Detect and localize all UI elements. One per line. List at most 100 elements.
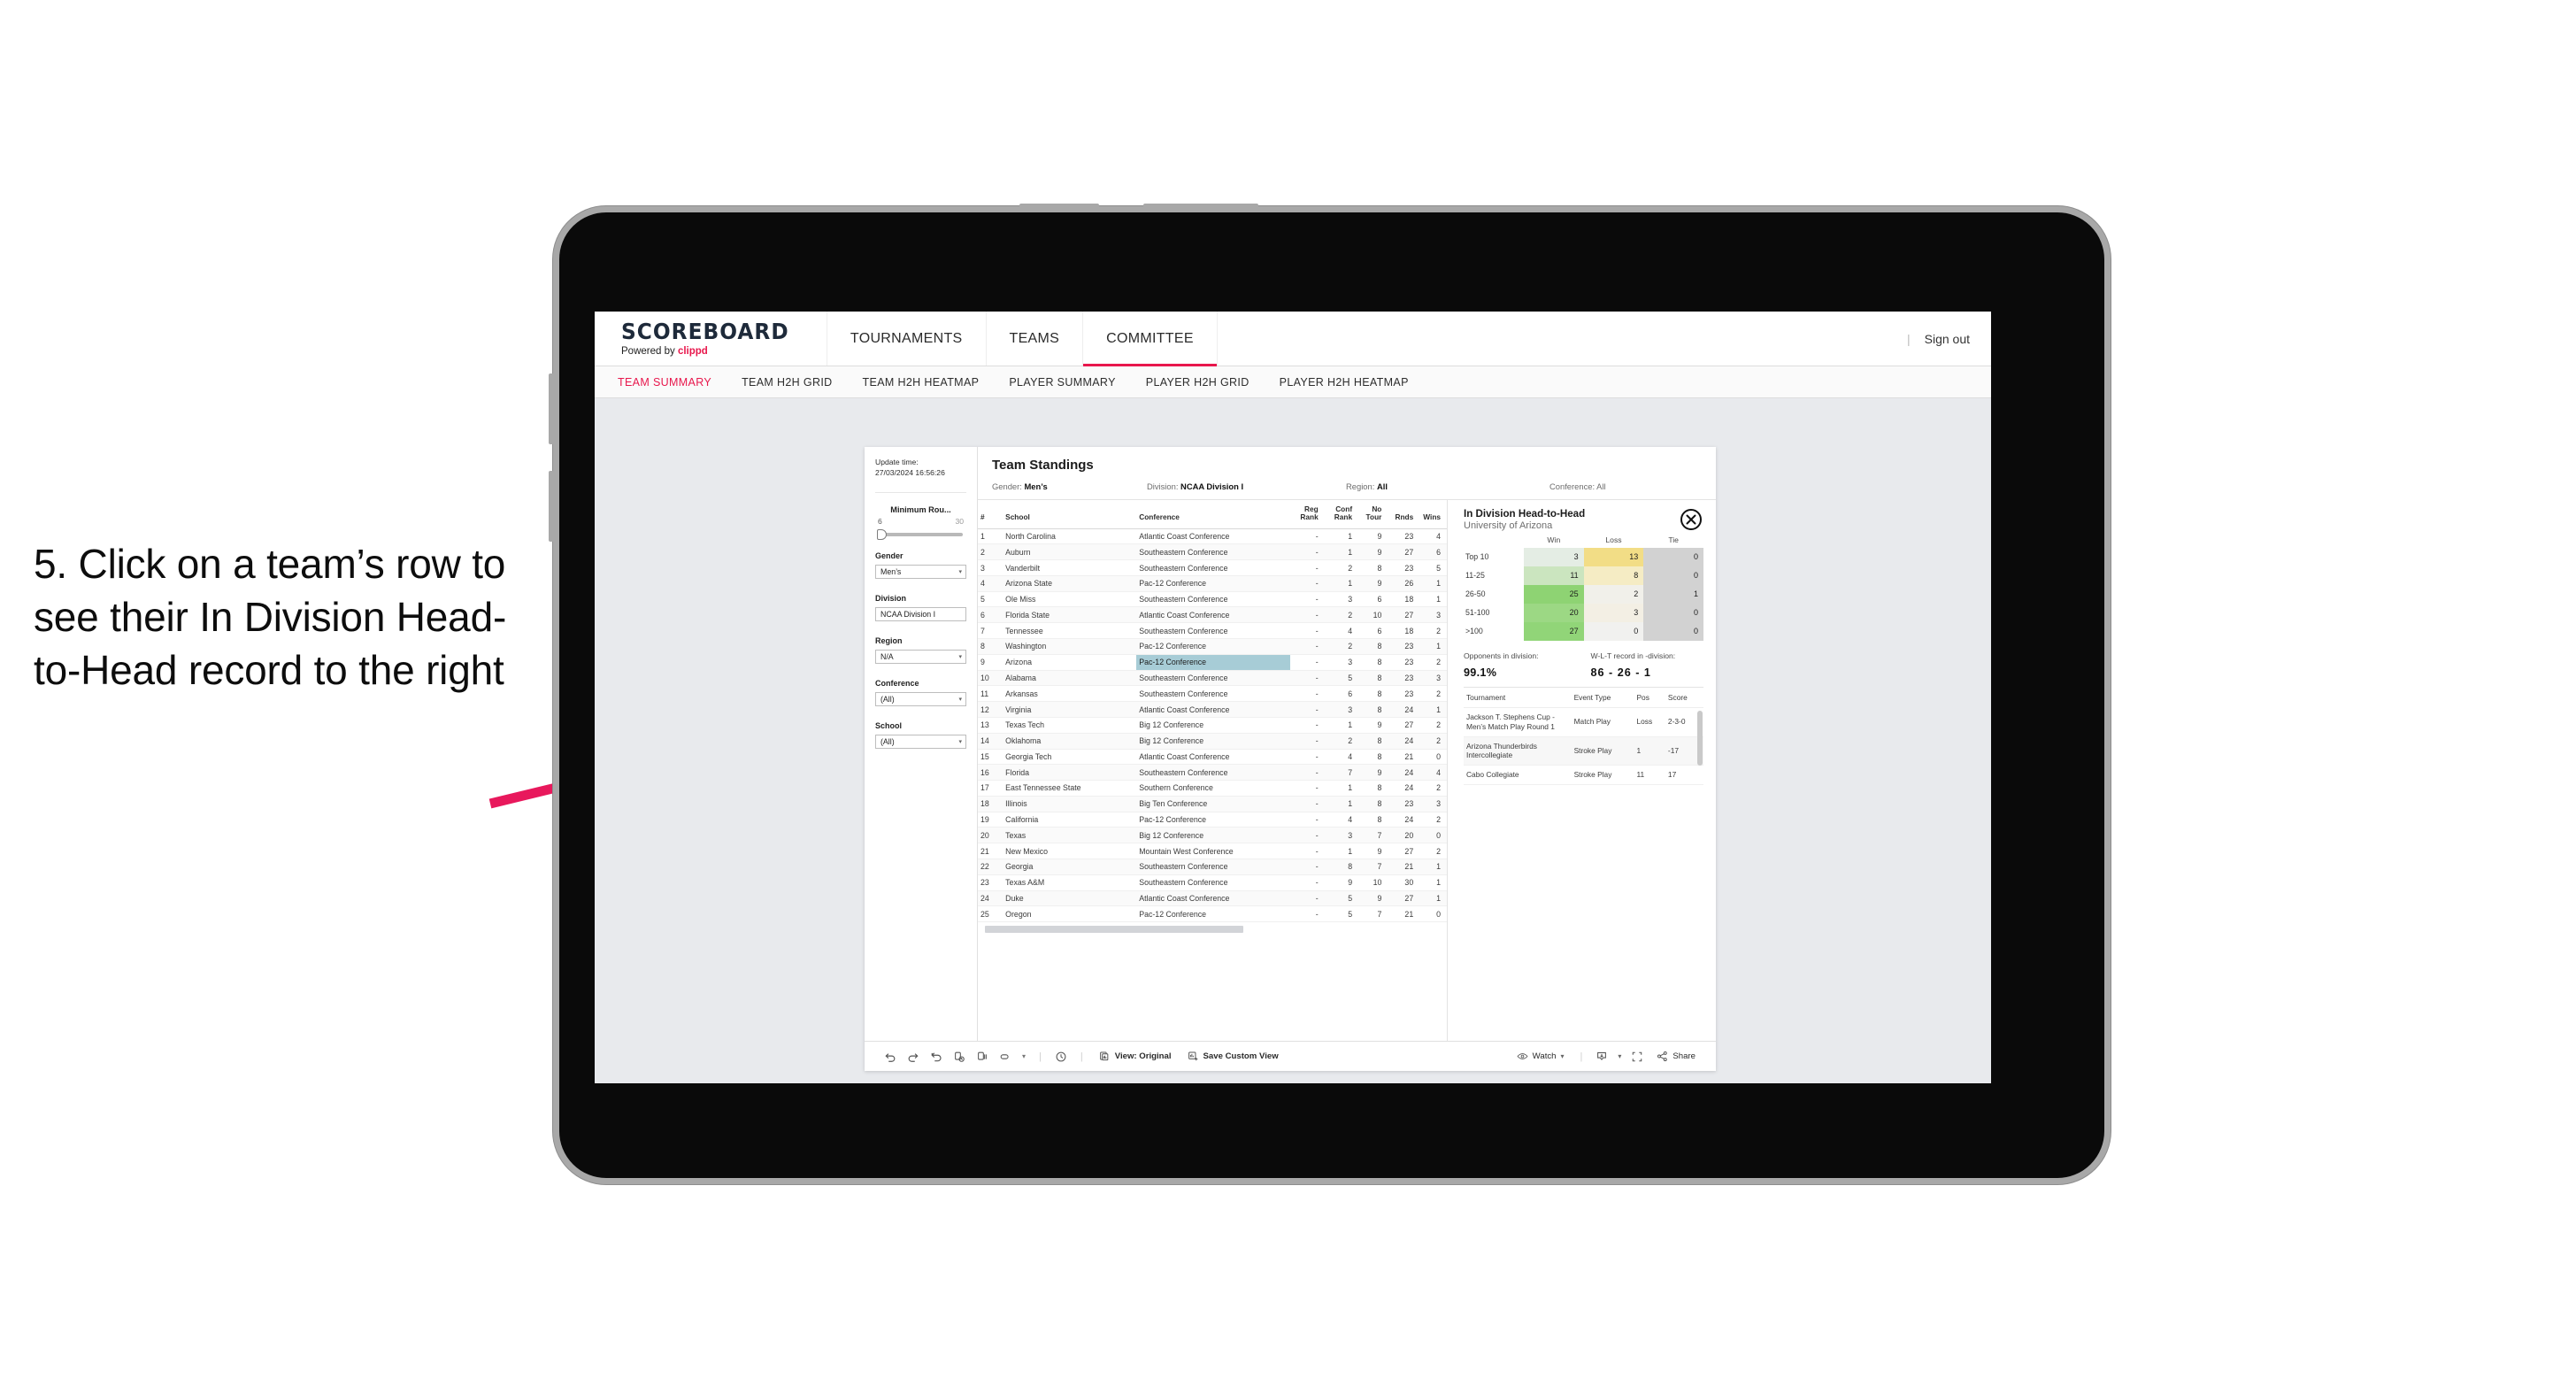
region-select[interactable]: N/A ▾: [875, 650, 966, 665]
table-row[interactable]: 9 Arizona Pac-12 Conference -3 8 23 2: [978, 654, 1447, 671]
tab-player-summary[interactable]: PLAYER SUMMARY: [1009, 376, 1133, 389]
pause-updates-icon[interactable]: [971, 1046, 994, 1067]
table-row[interactable]: 7 Tennessee Southeastern Conference -4 6 18 2: [978, 622, 1447, 640]
region-label: Region: [875, 636, 903, 646]
device-button-top-2: [1143, 204, 1258, 209]
tournament-row[interactable]: Arizona Thunderbirds Intercollegiate Stro…: [1464, 736, 1703, 766]
table-row[interactable]: 16 Florida Southeastern Conference -7 9 24 4: [978, 764, 1447, 782]
cell-school: Georgia: [1003, 859, 1137, 875]
table-row[interactable]: 3 Vanderbilt Southeastern Conference -2 8 23 5: [978, 559, 1447, 576]
tab-team-summary[interactable]: TEAM SUMMARY: [618, 376, 729, 389]
table-row[interactable]: 5 Ole Miss Southeastern Conference -3 6 18 1: [978, 591, 1447, 608]
watch-label: Watch: [1532, 1051, 1557, 1061]
col-header-no-tour[interactable]: No Tour: [1358, 500, 1388, 529]
table-row[interactable]: 19 California Pac-12 Conference -4 8 24 2: [978, 812, 1447, 828]
col-header-wins[interactable]: Wins: [1419, 500, 1447, 529]
caret-glyph: ▾: [1021, 1052, 1026, 1060]
clock-icon[interactable]: [1050, 1046, 1073, 1067]
highlight-dropdown-caret-icon[interactable]: ▾: [1017, 1046, 1031, 1067]
table-row[interactable]: 4 Arizona State Pac-12 Conference -1 9 26 1: [978, 575, 1447, 592]
table-row[interactable]: 23 Texas A&M Southeastern Conference -9 10 30…: [978, 874, 1447, 891]
table-row[interactable]: 20 Texas Big 12 Conference -3 7 20 0: [978, 827, 1447, 844]
cell-school: Alabama: [1003, 670, 1137, 687]
tournament-row[interactable]: Jackson T. Stephens Cup - Men’s Match Pl…: [1464, 707, 1703, 737]
col-header-conference[interactable]: Conference: [1136, 500, 1291, 529]
cell-conf-rank: 1: [1324, 528, 1359, 545]
tab-player-h2h-grid[interactable]: PLAYER H2H GRID: [1146, 376, 1267, 389]
division-select[interactable]: NCAA Division I: [875, 607, 966, 622]
cell-wins: 1: [1419, 701, 1447, 718]
slider-handle[interactable]: [877, 529, 887, 541]
cell-wins: 2: [1419, 685, 1447, 703]
table-row[interactable]: 21 New Mexico Mountain West Conference -1 9 2…: [978, 843, 1447, 859]
download-dropdown-caret-icon[interactable]: ▾: [1613, 1046, 1626, 1067]
cell-conference: Big 12 Conference: [1136, 827, 1291, 844]
sign-out-link[interactable]: Sign out: [1925, 332, 1970, 346]
conference-select[interactable]: (All) ▾: [875, 692, 966, 707]
cell-conf-rank: 2: [1324, 638, 1359, 655]
col-header-tournament[interactable]: Tournament: [1464, 687, 1572, 709]
tournament-row[interactable]: Cabo Collegiate Stroke Play 11 17: [1464, 765, 1703, 785]
cell-school: Washington: [1003, 638, 1137, 655]
table-row[interactable]: 15 Georgia Tech Atlantic Coast Conference -…: [978, 749, 1447, 766]
col-header-conf-rank[interactable]: Conf Rank: [1324, 500, 1359, 529]
cell-conf-rank: 2: [1324, 606, 1359, 624]
col-header-school[interactable]: School: [1003, 500, 1137, 529]
tab-player-h2h-heatmap[interactable]: PLAYER H2H HEATMAP: [1280, 376, 1426, 389]
horizontal-scrollbar[interactable]: [978, 922, 1447, 934]
nav-tournaments[interactable]: TOURNAMENTS: [827, 312, 987, 366]
cell-no-tour: 9: [1358, 543, 1388, 561]
view-original-button[interactable]: View: Original: [1091, 1051, 1180, 1062]
fullscreen-icon[interactable]: [1626, 1046, 1649, 1067]
share-button[interactable]: Share: [1649, 1051, 1703, 1062]
table-row[interactable]: 18 Illinois Big Ten Conference -1 8 23 3: [978, 796, 1447, 812]
col-header-rank[interactable]: #: [978, 500, 1003, 529]
refresh-data-icon[interactable]: [948, 1046, 971, 1067]
highlight-icon[interactable]: [994, 1046, 1017, 1067]
undo-icon[interactable]: [879, 1046, 902, 1067]
col-header-rnds[interactable]: Rnds: [1388, 500, 1420, 529]
school-select[interactable]: (All) ▾: [875, 735, 966, 750]
table-row[interactable]: 10 Alabama Southeastern Conference -5 8 23 3: [978, 670, 1447, 687]
table-row[interactable]: 14 Oklahoma Big 12 Conference -2 8 24 2: [978, 733, 1447, 750]
close-icon[interactable]: [1680, 509, 1702, 530]
visualization-body: Update time: 27/03/2024 16:56:26 Minimum…: [865, 447, 1716, 1041]
table-row[interactable]: 12 Virginia Atlantic Coast Conference -3 8 24…: [978, 701, 1447, 718]
vertical-scrollbar-thumb[interactable]: [1697, 710, 1703, 766]
redo-icon[interactable]: [902, 1046, 925, 1067]
table-row[interactable]: 22 Georgia Southeastern Conference -8 7 21 1: [978, 859, 1447, 875]
table-row[interactable]: 6 Florida State Atlantic Coast Conference -…: [978, 606, 1447, 624]
download-icon[interactable]: [1590, 1046, 1613, 1067]
standings-table: # School Conference Reg Rank Conf Rank No T…: [978, 500, 1447, 923]
table-row[interactable]: 1 North Carolina Atlantic Coast Conference…: [978, 528, 1447, 545]
table-row[interactable]: 2 Auburn Southeastern Conference -1 9 27 6: [978, 543, 1447, 561]
chevron-down-icon: ▾: [958, 739, 962, 746]
nav-teams[interactable]: TEAMS: [987, 312, 1084, 366]
col-header-score[interactable]: Score: [1665, 687, 1703, 709]
horizontal-scrollbar-thumb[interactable]: [985, 926, 1243, 934]
cell-school: Vanderbilt: [1003, 559, 1137, 576]
cell-rank: 9: [978, 654, 1003, 671]
table-row[interactable]: 25 Oregon Pac-12 Conference -5 7 21 0: [978, 905, 1447, 923]
minimum-rounds-slider[interactable]: [877, 529, 963, 541]
col-header-pos[interactable]: Pos: [1634, 687, 1665, 709]
tab-team-h2h-grid[interactable]: TEAM H2H GRID: [742, 376, 850, 389]
table-row[interactable]: 24 Duke Atlantic Coast Conference -5 9 27 1: [978, 890, 1447, 907]
col-header-reg-rank[interactable]: Reg Rank: [1290, 500, 1325, 529]
table-row[interactable]: 8 Washington Pac-12 Conference -2 8 23 1: [978, 638, 1447, 655]
table-row[interactable]: 11 Arkansas Southeastern Conference -6 8 23 2: [978, 685, 1447, 703]
cell-pos: 1: [1634, 736, 1665, 766]
watch-button[interactable]: Watch ▾: [1509, 1051, 1573, 1062]
save-custom-view-button[interactable]: Save Custom View: [1180, 1051, 1287, 1062]
tab-team-h2h-heatmap[interactable]: TEAM H2H HEATMAP: [863, 376, 997, 389]
nav-committee[interactable]: COMMITTEE: [1083, 312, 1218, 366]
revert-icon[interactable]: [925, 1046, 948, 1067]
cell-rank: 8: [978, 638, 1003, 655]
table-row[interactable]: 13 Texas Tech Big 12 Conference -1 9 27 2: [978, 717, 1447, 734]
col-header-event-type[interactable]: Event Type: [1571, 687, 1634, 709]
opponents-value: 99.1%: [1464, 666, 1497, 679]
cell-conference: Southeastern Conference: [1136, 670, 1291, 687]
gender-select[interactable]: Men’s ▾: [875, 565, 966, 580]
table-row[interactable]: 17 East Tennessee State Southern Conferenc…: [978, 780, 1447, 797]
brand-logo[interactable]: SCOREBOARD Powered by clippd: [595, 312, 827, 366]
